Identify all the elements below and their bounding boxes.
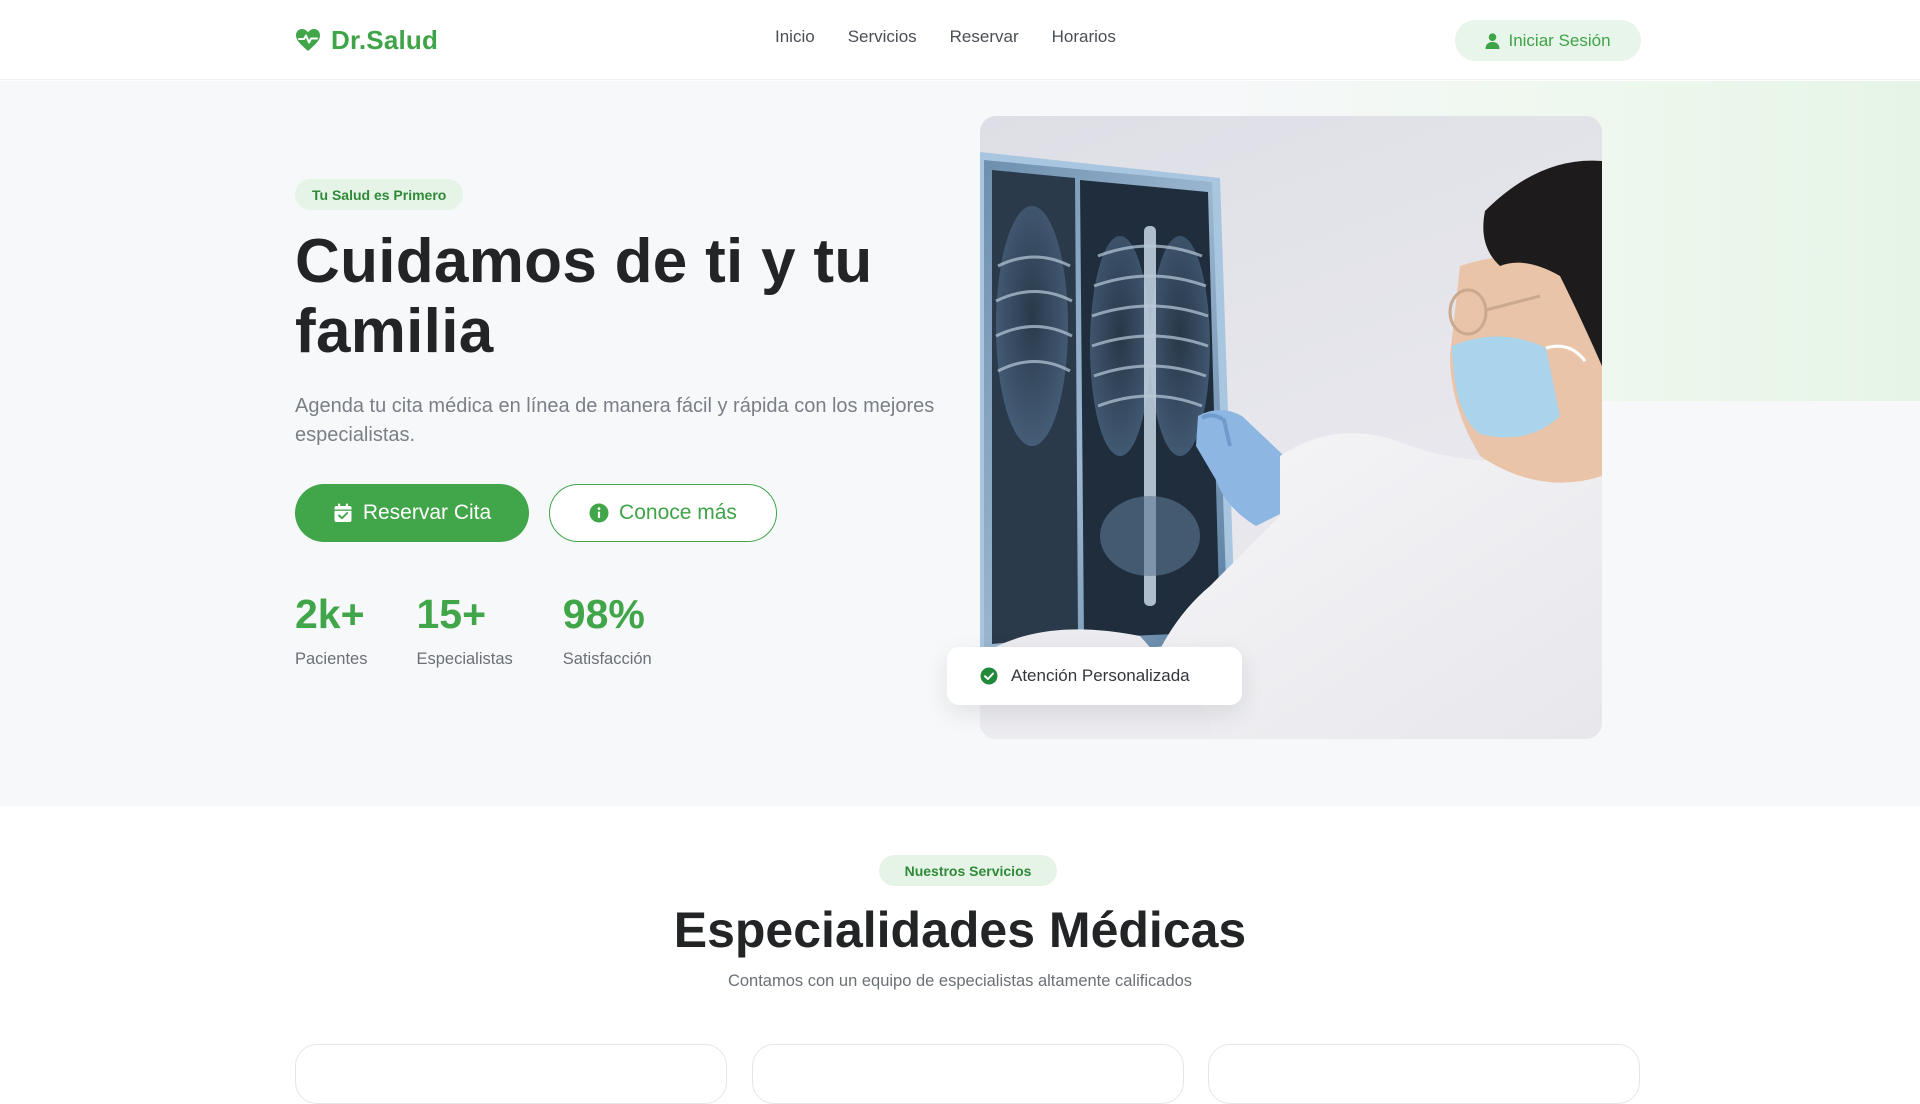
service-card[interactable] (295, 1044, 727, 1104)
stat-satisfaction: 98% Satisfacción (563, 592, 652, 669)
login-button-label: Iniciar Sesión (1508, 30, 1611, 50)
services-tag-badge: Nuestros Servicios (879, 855, 1057, 886)
navbar: Dr.Salud Inicio Servicios Reservar Horar… (0, 0, 1920, 80)
hero-tag-badge: Tu Salud es Primero (295, 179, 464, 210)
hero-title: Cuidamos de ti y tu familia (295, 227, 873, 366)
book-appointment-button[interactable]: Reservar Cita (295, 484, 529, 542)
services-subtitle: Contamos con un equipo de especialistas … (727, 972, 1193, 990)
hero-stats: 2k+ Pacientes 15+ Especialistas 98% Sati… (295, 592, 701, 669)
user-icon (1485, 32, 1500, 49)
stat-specialists: 15+ Especialistas (416, 592, 512, 669)
info-circle-icon (589, 503, 609, 523)
calendar-check-icon (334, 503, 352, 522)
check-circle-icon (980, 667, 998, 685)
stat-label: Especialistas (416, 650, 513, 668)
login-button[interactable]: Iniciar Sesión (1455, 20, 1641, 61)
stat-label: Pacientes (295, 650, 368, 668)
nav-link-servicios[interactable]: Servicios (848, 27, 917, 47)
stat-value: 15+ (416, 591, 487, 637)
book-appointment-label: Reservar Cita (362, 501, 492, 524)
heart-pulse-icon (296, 29, 320, 51)
hero-doctor-xray-image (980, 116, 1602, 739)
main-nav: Inicio Servicios Reservar Horarios (775, 27, 1116, 47)
service-card[interactable] (1208, 1044, 1640, 1104)
personalized-care-badge: Atención Personalizada (947, 647, 1242, 705)
nav-link-reservar[interactable]: Reservar (950, 27, 1019, 47)
services-title: Especialidades Médicas (673, 902, 1247, 958)
stat-patients: 2k+ Pacientes (295, 592, 367, 669)
stat-value: 2k+ (295, 591, 365, 637)
stat-value: 98% (562, 591, 645, 637)
services-section: Nuestros Servicios Especialidades Médica… (0, 806, 1920, 1104)
nav-link-inicio[interactable]: Inicio (775, 27, 815, 47)
doctor-xray-illustration (980, 152, 1602, 739)
learn-more-button[interactable]: Conoce más (549, 484, 777, 542)
nav-link-horarios[interactable]: Horarios (1052, 27, 1116, 47)
stat-label: Satisfacción (562, 650, 652, 668)
service-card[interactable] (752, 1044, 1184, 1104)
brand-name: Dr.Salud (331, 24, 439, 55)
personalized-care-text: Atención Personalizada (1011, 666, 1190, 685)
brand-logo-link[interactable]: Dr.Salud (295, 24, 438, 56)
hero-subtitle: Agenda tu cita médica en línea de manera… (295, 395, 935, 446)
learn-more-label: Conoce más (619, 501, 737, 524)
hero-section: Tu Salud es Primero Cuidamos de ti y tu … (0, 81, 1920, 806)
